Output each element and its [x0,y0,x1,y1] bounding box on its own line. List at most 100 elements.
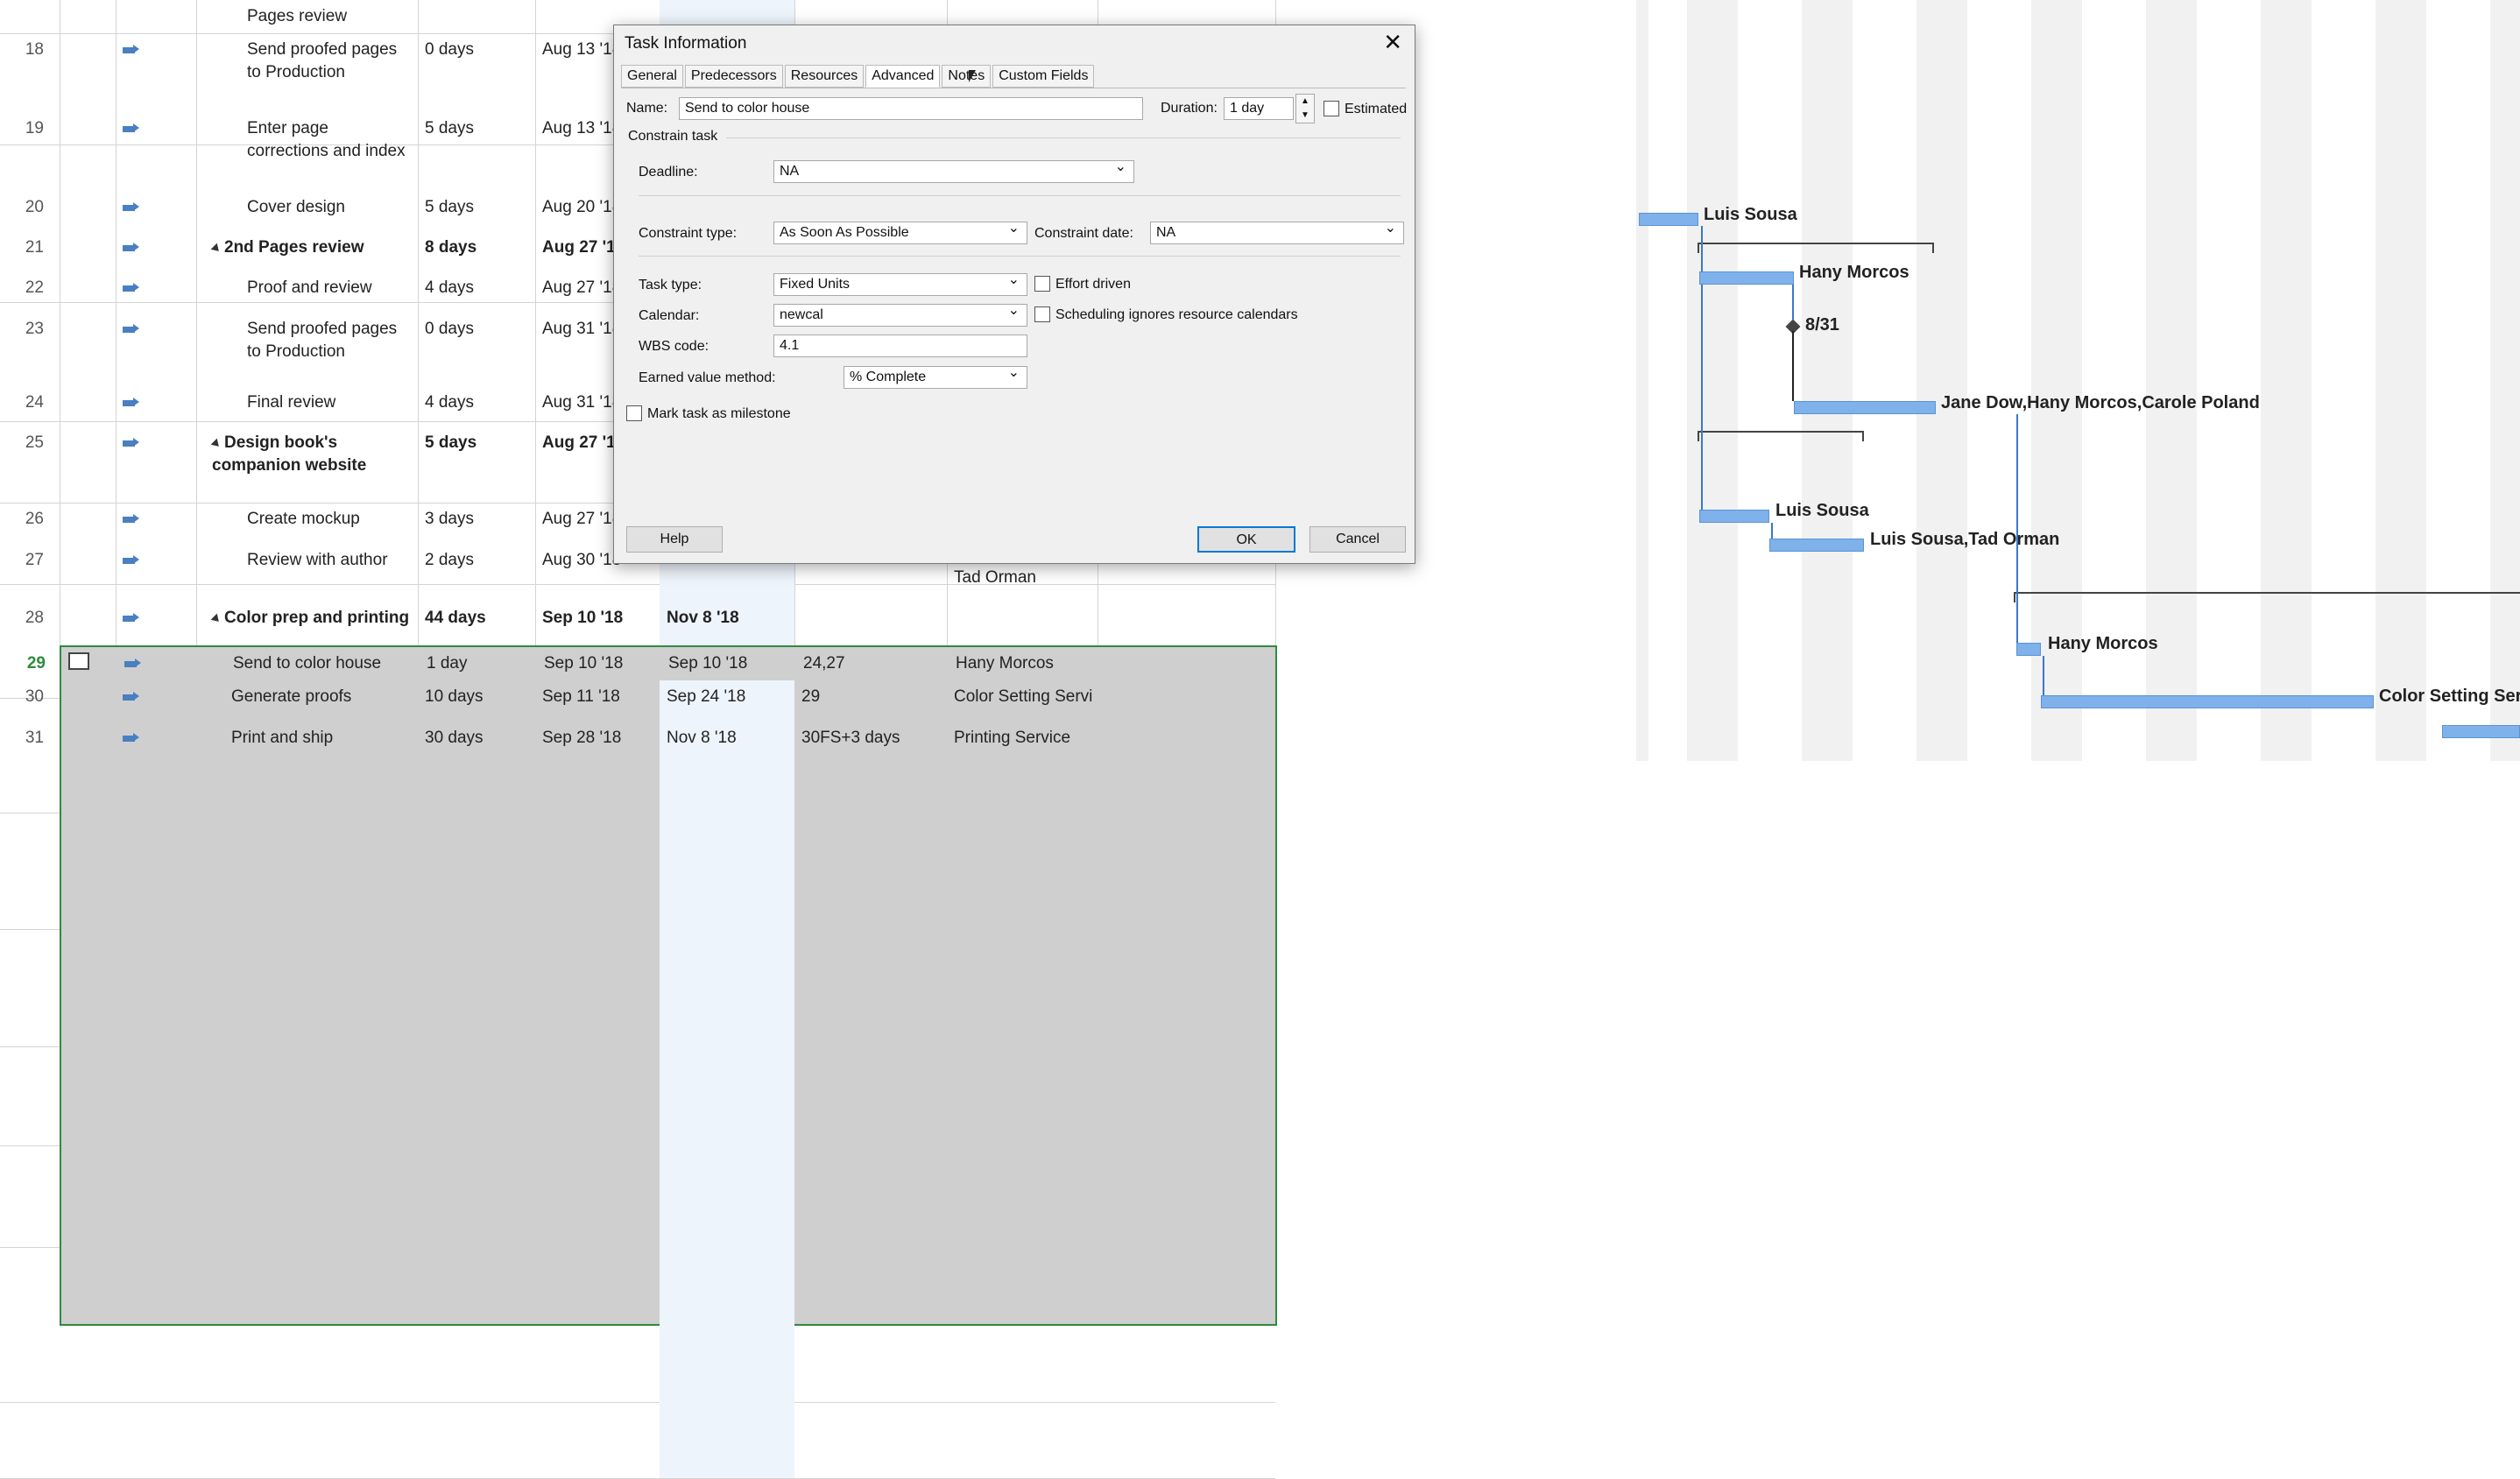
task-information-dialog: Task Information ✕ General Predecessors Re… [613,25,1415,564]
info-cell[interactable] [60,722,116,1478]
earned-value-select[interactable]: % Complete [844,365,1027,389]
auto-schedule-icon [123,44,142,54]
collapse-triangle-icon[interactable] [210,243,222,255]
task-mode-cell[interactable] [116,0,196,33]
task-name-text: Send proofed pages to Production [247,319,398,361]
scheduling-ignores-label: Scheduling ignores resource calendars [1055,307,1298,322]
tab-advanced[interactable]: Advanced [865,65,941,88]
auto-schedule-icon [123,323,142,334]
gantt-summary-25 [1698,431,1864,433]
gantt-bar-26[interactable] [1699,510,1769,523]
milestone-label: Mark task as milestone [647,406,791,421]
row-id-cell[interactable] [0,0,60,33]
auto-schedule-icon [123,554,142,565]
task-info-icon [68,651,89,670]
start-cell[interactable]: Sep 28 '18 [535,722,660,1478]
task-name-text: Cover design [247,197,345,216]
task-type-label: Task type: [639,278,702,292]
auto-schedule-icon [123,123,142,133]
task-name-text: Pages review [247,7,348,25]
constraint-type-select[interactable]: As Soon As Possible [773,221,1027,244]
gantt-label-29: Hany Morcos [2048,634,2158,653]
close-icon[interactable]: ✕ [1383,31,1402,53]
effort-driven-label: Effort driven [1055,277,1131,292]
tab-general[interactable]: General [621,65,683,88]
constrain-section-label: Constrain task [628,129,718,144]
task-mode-cell[interactable] [116,722,196,1478]
collapse-triangle-icon[interactable] [210,613,222,625]
gantt-label-30: Color Setting Ser [2379,687,2520,706]
earned-value-label: Earned value method: [639,370,776,385]
task-name-text: Create mockup [247,510,360,529]
deadline-label: Deadline: [639,165,698,180]
table-row[interactable]: 31 Print and ship 30 days Sep 28 '18 Nov 8 '… [0,721,1275,1479]
name-field[interactable]: Send to color house [679,97,1143,120]
duration-cell[interactable] [418,0,535,33]
effort-driven-checkbox[interactable] [1034,276,1050,292]
tab-predecessors[interactable]: Predecessors [684,65,783,88]
duration-cell[interactable]: 30 days [418,722,535,1478]
info-cell[interactable] [60,0,116,33]
gantt-summary-21 [1698,243,1934,244]
estimated-label: Estimated [1345,102,1408,116]
auto-schedule-icon [123,691,142,701]
auto-schedule-icon [124,658,144,668]
collapse-triangle-icon[interactable] [210,438,222,450]
task-type-select[interactable]: Fixed Units [773,272,1027,296]
wbs-code-label: WBS code: [639,339,709,354]
task-name-text: 2nd Pages review [224,237,364,257]
gantt-label-26: Luis Sousa [1775,501,1869,520]
auto-schedule-icon [123,242,142,252]
task-name-text: Generate proofs [231,687,352,707]
gantt-bar-20[interactable] [1639,213,1698,226]
task-name-text: Enter page corrections and index [247,118,406,160]
gantt-bar-22[interactable] [1699,271,1794,285]
gantt-summary-28 [2014,592,2520,594]
gantt-bar-29[interactable] [2016,643,2041,656]
milestone-checkbox[interactable] [626,405,642,421]
task-name-cell[interactable]: Pages review [196,0,418,33]
gantt-bar-24[interactable] [1794,401,1936,414]
gantt-bar-27[interactable] [1769,539,1864,552]
wbs-code-field[interactable]: 4.1 [773,335,1027,357]
gantt-bar-31[interactable] [2442,725,2520,738]
task-name-text: Color prep and printing [224,609,410,628]
constraint-type-label: Constraint type: [639,226,738,241]
tab-custom-fields[interactable]: Custom Fields [992,65,1095,88]
auto-schedule-icon [123,732,142,743]
scheduling-ignores-checkbox[interactable] [1034,306,1050,322]
estimated-checkbox[interactable] [1324,101,1339,116]
task-name-text: Print and ship [231,728,334,747]
tab-notes[interactable]: Notes [942,65,992,88]
row-id-cell[interactable]: 31 [0,722,60,1478]
calendar-select[interactable]: newcal [773,303,1027,327]
dialog-tabs: General Predecessors Resources Advanced Note… [621,65,1096,88]
auto-schedule-icon [123,513,142,524]
mouse-cursor-icon [969,70,976,82]
duration-field[interactable]: 1 day [1224,97,1294,120]
cancel-button[interactable]: Cancel [1309,526,1406,553]
task-name-cell[interactable]: Print and ship [196,722,418,1478]
auto-schedule-icon [123,612,142,623]
auto-schedule-icon [123,397,142,407]
gantt-label-27: Luis Sousa,Tad Orman [1870,530,2060,549]
gantt-label-20: Luis Sousa [1704,205,1797,224]
gantt-chart: Luis Sousa Hany Morcos 8/31 Jane Dow,Han… [1636,0,2520,761]
duration-stepper[interactable]: ▲ ▼ [1295,94,1315,123]
task-name-text: Proof and review [247,278,372,298]
ok-button[interactable]: OK [1197,526,1295,553]
finish-cell[interactable]: Nov 8 '18 [660,721,794,1478]
task-name-text: Design book's companion website [212,433,367,475]
resource-names-cell[interactable]: Printing Service [947,722,1098,1478]
gantt-label-24: Jane Dow,Hany Morcos,Carole Poland [1941,393,2260,412]
constraint-date-label: Constraint date: [1034,226,1133,241]
tab-resources[interactable]: Resources [784,65,865,88]
name-label: Name: [626,101,668,116]
predecessors-cell[interactable]: 30FS+3 days [794,722,947,1478]
task-name-text: Review with author [247,550,388,569]
gantt-bar-30[interactable] [2041,695,2374,708]
deadline-select[interactable]: NA [773,159,1134,183]
help-button[interactable]: Help [626,526,723,553]
auto-schedule-icon [123,437,142,447]
constraint-date-select[interactable]: NA [1150,221,1404,244]
